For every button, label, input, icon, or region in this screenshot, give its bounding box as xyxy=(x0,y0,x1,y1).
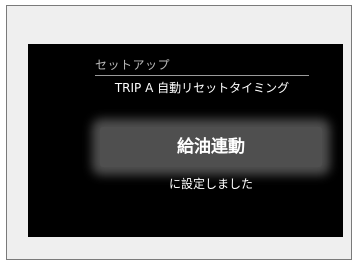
header-divider xyxy=(95,75,309,76)
screen-header: セットアップ xyxy=(95,58,171,72)
selected-value: 給油連動 xyxy=(177,137,245,157)
setting-title: TRIP A 自動リセットタイミング xyxy=(114,81,290,95)
confirmation-message: に設定しました xyxy=(168,177,253,191)
